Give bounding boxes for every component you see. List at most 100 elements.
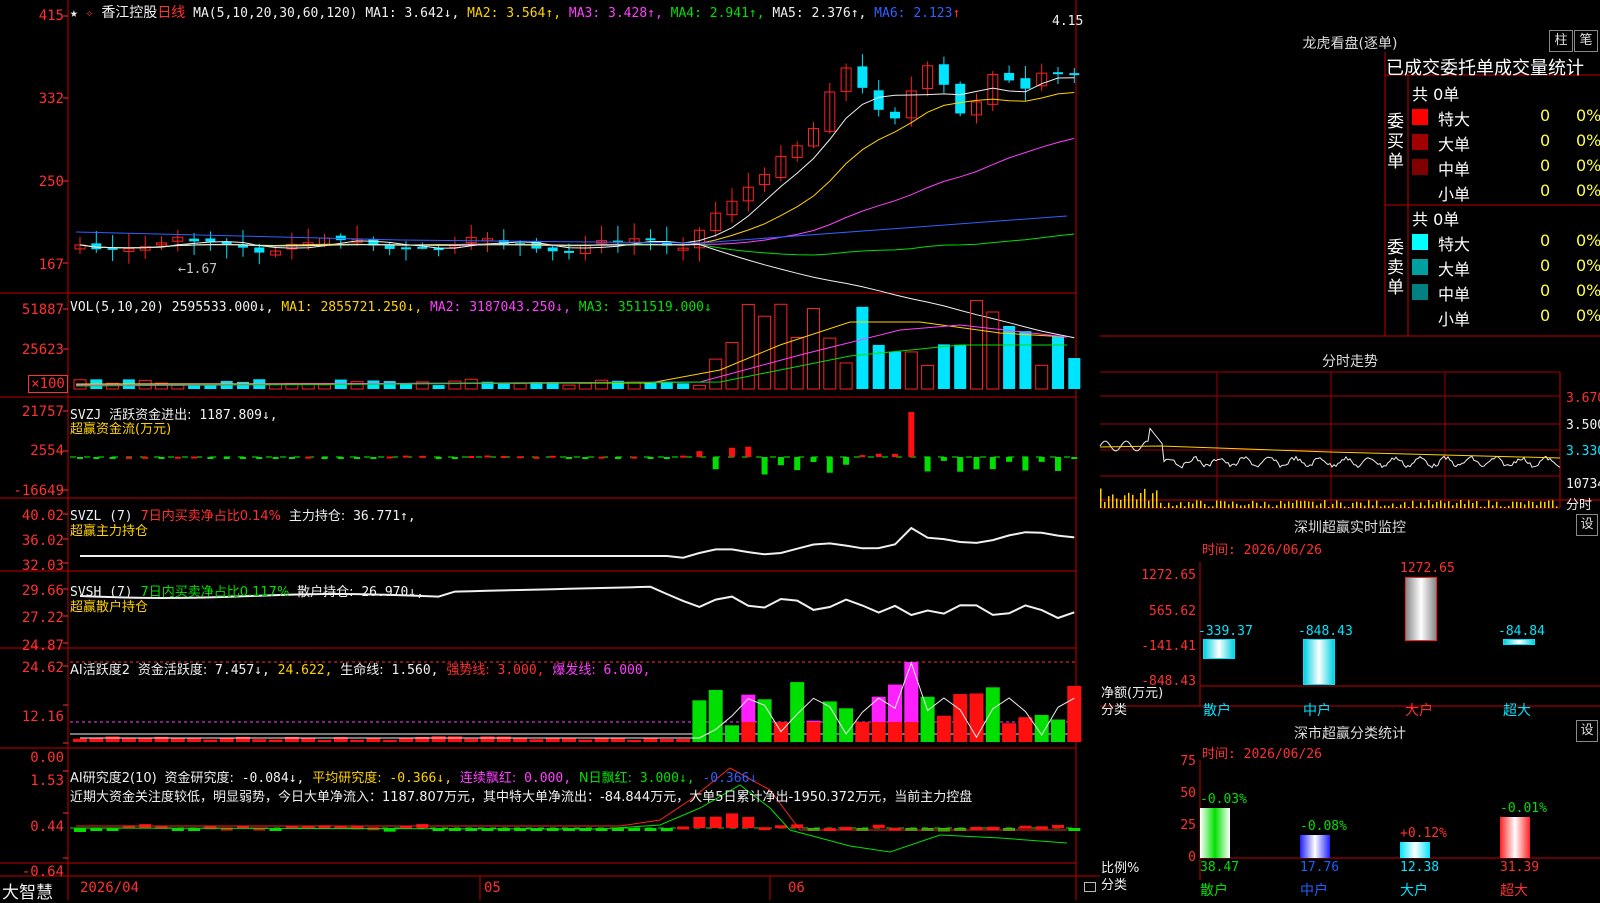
fund-flow-bar (321, 457, 328, 459)
tab-volume-stats[interactable]: 成交量统计 (1494, 58, 1584, 79)
ma4-label: MA4: (670, 6, 702, 21)
research-bar (823, 827, 836, 831)
research-bar (644, 828, 657, 831)
research-value: -0.084↓, (241, 771, 305, 786)
intraday-volume-bar (1196, 500, 1198, 508)
vol-ma1-value: 2855721.250↓, (320, 300, 423, 315)
lock-icon[interactable] (1084, 882, 1096, 892)
intraday-volume-bar (1180, 502, 1182, 508)
volume-bar (709, 358, 723, 390)
ma6-dir: ↑ (952, 6, 961, 21)
tab-orders[interactable]: 委托单 (1440, 58, 1494, 79)
fund-flow-bar (142, 456, 149, 459)
svzj-value: 1187.809↓, (199, 408, 278, 423)
intraday-volume-bar (1556, 506, 1558, 508)
research-bar (660, 828, 673, 832)
intraday-volume-bar (1440, 500, 1442, 508)
intraday-volume-bar (1332, 503, 1334, 508)
color-swatch (1412, 259, 1428, 275)
ma3-value: 3.428 (608, 6, 648, 21)
intraday-volume-bar (1552, 500, 1554, 508)
order-percent: 0% (1576, 256, 1600, 275)
ratio-bar (1200, 807, 1230, 858)
intraday-volume-bar (1260, 506, 1262, 508)
ma6-value: 2.123 (913, 6, 953, 21)
vol-ma2-value: 3187043.250↓, (469, 300, 571, 315)
candle-down (564, 250, 574, 253)
active-bar (268, 739, 283, 742)
active-bar (138, 738, 153, 742)
bar-view-button[interactable]: 柱 (1549, 30, 1573, 52)
sz-monitor-x-title: 分类 (1101, 703, 1128, 718)
main-holding-line (80, 526, 1075, 559)
low-price-marker: ←1.67 (178, 262, 218, 277)
volume-bar (1068, 358, 1081, 389)
intraday-volume-bar (1532, 501, 1534, 508)
svzj-axis-label: -16649 (13, 483, 64, 499)
active-bar (317, 739, 332, 742)
volume-bar (937, 344, 950, 389)
active-bar (203, 739, 218, 742)
kline-chart-area[interactable] (0, 0, 1100, 900)
intraday-volume-bar (1452, 505, 1454, 508)
intraday-volume-bar (1448, 501, 1450, 508)
active-bar (252, 739, 267, 742)
intraday-volume-bar (1296, 500, 1298, 508)
candle-down (873, 90, 884, 110)
fund-flow-bar (745, 446, 752, 457)
tick-view-button[interactable]: 笔 (1574, 30, 1598, 52)
sz-stat-settings-button[interactable]: 设 (1576, 720, 1598, 742)
buy-orders-label: 委买单 (1387, 112, 1404, 172)
vol-ma1-line (75, 321, 1068, 385)
fund-flow-bar (386, 456, 393, 459)
intraday-axis-label: 3.330 (1566, 444, 1600, 459)
intraday-volume-bar (1228, 504, 1230, 508)
brand-logo: 大智慧 (2, 883, 53, 903)
tab-executed[interactable]: 已成交 (1386, 58, 1440, 79)
research-bar (677, 826, 690, 830)
sz-monitor-title: 深圳超赢实时监控 (1294, 520, 1406, 536)
volume-bar (383, 381, 396, 389)
period-label[interactable]: 日线 (157, 5, 185, 21)
fund-flow-bar (517, 456, 524, 459)
fund-flow-bar (843, 457, 850, 465)
ma4-value: 2.941 (709, 6, 749, 21)
intraday-volume-bar (1168, 502, 1170, 508)
volume-bar (856, 306, 869, 389)
intraday-volume-bar (1152, 493, 1154, 508)
research-bar (351, 826, 364, 830)
ma6-label: MA6: (874, 6, 906, 21)
fund-flow-bar (77, 457, 83, 459)
intraday-volume-bar (1116, 498, 1118, 508)
price-axis-label: 415 (38, 8, 64, 24)
continuous-red-value: 0.000, (524, 771, 572, 786)
sz-monitor-settings-button[interactable]: 设 (1576, 514, 1598, 536)
intraday-volume-bar (1340, 502, 1342, 508)
fund-flow-bar (1038, 457, 1045, 462)
volume-bar (839, 362, 853, 390)
ma3-line (79, 137, 1075, 249)
intraday-volume-bar (1240, 505, 1242, 508)
star-icon[interactable]: ★ (70, 6, 78, 21)
sz-stat-axis-label: 25 (1180, 818, 1196, 833)
intraday-volume-bar (1100, 488, 1102, 508)
active-bar (366, 738, 381, 742)
intraday-volume-bar (1512, 501, 1514, 508)
ai-active-axis-label: 24.62 (21, 660, 64, 676)
fund-flow-bar (500, 455, 507, 458)
fund-flow-bar (256, 457, 263, 459)
active-bar (529, 739, 544, 742)
active-bar (594, 738, 609, 742)
intraday-volume-bar (1496, 501, 1498, 508)
intraday-volume-bar (1480, 506, 1482, 508)
order-count: 0 (1540, 131, 1551, 150)
add-icon[interactable]: ✧ (86, 6, 94, 21)
net-amount-bar (1503, 639, 1535, 646)
intraday-volume-bar (1200, 500, 1202, 508)
ma6-line (75, 215, 1068, 244)
volume-bar (595, 379, 609, 390)
category-label: 超大 (1503, 703, 1531, 719)
intraday-volume-bar (1164, 506, 1166, 508)
fund-flow-bar (403, 455, 409, 458)
fund-flow-bar (761, 457, 768, 475)
